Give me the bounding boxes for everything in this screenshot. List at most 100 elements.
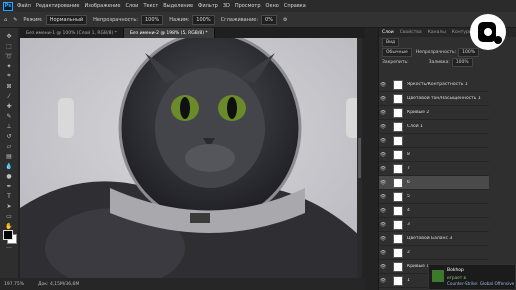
tab-document-1[interactable]: Без имени-1 @ 100% (Слой 1, RGB/8) * [20,28,124,38]
visibility-eye-icon[interactable]: 👁 [379,194,387,200]
scroll-thumb[interactable] [358,138,361,178]
smoothing-input[interactable]: 0% [261,14,277,25]
menu-image[interactable]: Изображение [84,3,120,9]
layer-row[interactable]: 👁 8 [379,148,489,162]
layer-row[interactable]: 👁 7 [379,162,489,176]
visibility-eye-icon[interactable]: 👁 [379,96,387,102]
menu-filter[interactable]: Фильтр [198,3,218,9]
layer-name[interactable]: Кривые 2 [407,110,429,115]
marquee-tool-icon[interactable]: ⬚ [4,42,14,50]
stamp-tool-icon[interactable]: ⊥ [4,122,14,130]
gradient-tool-icon[interactable]: ▤ [4,152,14,160]
healing-tool-icon[interactable]: ✚ [4,102,14,110]
layer-row[interactable]: 👁 3 [379,218,489,232]
menu-file[interactable]: Файл [17,3,31,9]
blend-mode-select[interactable]: Обычные [382,47,412,57]
blur-tool-icon[interactable]: 💧 [4,162,14,170]
eraser-tool-icon[interactable]: ▱ [4,142,14,150]
visibility-eye-icon[interactable]: 👁 [379,138,387,144]
layer-row[interactable]: 👁 Яркость/Контрастность 1 [379,78,489,92]
layer-name[interactable]: 3 [407,222,410,227]
gear-icon[interactable]: ⚙ [283,17,287,23]
visibility-eye-icon[interactable]: 👁 [379,124,387,130]
type-tool-icon[interactable]: T [4,192,14,200]
layer-row[interactable]: 👁 4 [379,204,489,218]
visibility-eye-icon[interactable]: 👁 [379,180,387,186]
opacity-input[interactable]: 100% [140,14,164,25]
layer-row[interactable]: 👁 Цветовой тон/Насыщенность 1 [379,92,489,106]
menu-edit[interactable]: Редактирование [36,3,80,9]
home-icon[interactable]: ⌂ [4,17,7,23]
hand-tool-icon[interactable]: ✋ [4,222,14,230]
layer-row[interactable]: 👁 [379,134,489,148]
eyedropper-tool-icon[interactable]: ⁄ [4,92,14,100]
fill-input[interactable]: 100% [451,57,473,67]
layer-name[interactable]: Кривые 1 [407,264,429,269]
layer-name[interactable]: 6 [407,180,410,185]
steam-notification[interactable]: Bokhop играет в Counter-Strike: Global O… [428,264,516,290]
smoothing-control[interactable]: Сглаживание: 0% [221,14,277,25]
layer-row[interactable]: 👁 6 [379,176,489,190]
layer-row[interactable]: 👁 Кривые 2 [379,106,489,120]
menu-view[interactable]: Просмотр [235,3,261,9]
layer-opacity-input[interactable]: 100% [458,47,480,57]
visibility-eye-icon[interactable]: 👁 [379,110,387,116]
brush-tool-icon[interactable]: ✎ [4,112,14,120]
dodge-tool-icon[interactable]: ● [4,172,14,180]
mode-control[interactable]: Режим: Нормальный [23,14,88,25]
visibility-eye-icon[interactable]: 👁 [379,208,387,214]
layer-name[interactable]: 5 [407,194,410,199]
menu-type[interactable]: Текст [143,3,158,9]
layer-row[interactable]: 👁 2 [379,246,489,260]
tab-properties[interactable]: Свойства [397,30,425,35]
quick-select-tool-icon[interactable]: ✦ [4,62,14,70]
zoom-level[interactable]: 197.75% [4,282,24,287]
move-tool-icon[interactable]: ✥ [4,32,14,40]
layer-name[interactable]: Цветовой тон/Насыщенность 1 [407,96,481,101]
path-select-tool-icon[interactable]: ➤ [4,202,14,210]
visibility-eye-icon[interactable]: 👁 [379,166,387,172]
layer-row[interactable]: 👁 Слой 1 [379,120,489,134]
pen-tool-icon[interactable]: ✒ [4,182,14,190]
mode-select[interactable]: Нормальный [45,14,88,25]
menu-help[interactable]: Справка [284,3,306,9]
shape-tool-icon[interactable]: ▭ [4,212,14,220]
menu-3d[interactable]: 3D [223,3,230,9]
visibility-eye-icon[interactable]: 👁 [379,152,387,158]
menu-layers[interactable]: Слои [125,3,138,9]
layer-name[interactable]: 2 [407,250,410,255]
vertical-scrollbar[interactable] [357,38,362,278]
brush-icon[interactable]: ✎ [13,17,17,23]
frame-tool-icon[interactable]: ⊠ [4,82,14,90]
visibility-eye-icon[interactable]: 👁 [379,82,387,88]
layer-name[interactable]: 1 [407,278,410,283]
layer-row[interactable]: 👁 5 [379,190,489,204]
image-canvas[interactable] [20,38,362,278]
crop-tool-icon[interactable]: ⌗ [4,72,14,80]
layer-row[interactable]: 👁 Цветовой Баланс 3 [379,232,489,246]
lasso-tool-icon[interactable]: ➰ [4,52,14,60]
pressure-input[interactable]: 100% [192,14,215,25]
menu-select[interactable]: Выделение [163,3,193,9]
layer-name[interactable]: Слой 1 [407,124,423,129]
visibility-eye-icon[interactable]: 👁 [379,222,387,228]
foreground-color-swatch[interactable] [3,230,13,240]
opacity-control[interactable]: Непрозрачность: 100% [93,14,164,25]
layer-name[interactable]: Цветовой Баланс 3 [407,236,452,241]
visibility-eye-icon[interactable]: 👁 [379,250,387,256]
kind-filter-select[interactable]: Вид [382,37,400,47]
layer-name[interactable]: 8 [407,152,410,157]
pressure-control[interactable]: Нажим: 100% [169,14,215,25]
visibility-eye-icon[interactable]: 👁 [379,264,387,270]
layer-name[interactable]: 7 [407,166,410,171]
tab-document-2[interactable]: Без имени-2 @ 198% (5, RGB/8) * [123,28,215,38]
history-brush-tool-icon[interactable]: ↺ [4,132,14,140]
visibility-eye-icon[interactable]: 👁 [379,236,387,242]
tab-channels[interactable]: Каналы [425,30,449,35]
layer-thumbnail [393,275,403,286]
menu-window[interactable]: Окно [266,3,279,9]
layer-name[interactable]: Яркость/Контрастность 1 [407,82,468,87]
tab-layers[interactable]: Слои [379,30,397,35]
layer-name[interactable]: 4 [407,208,410,213]
visibility-eye-icon[interactable]: 👁 [379,278,387,284]
